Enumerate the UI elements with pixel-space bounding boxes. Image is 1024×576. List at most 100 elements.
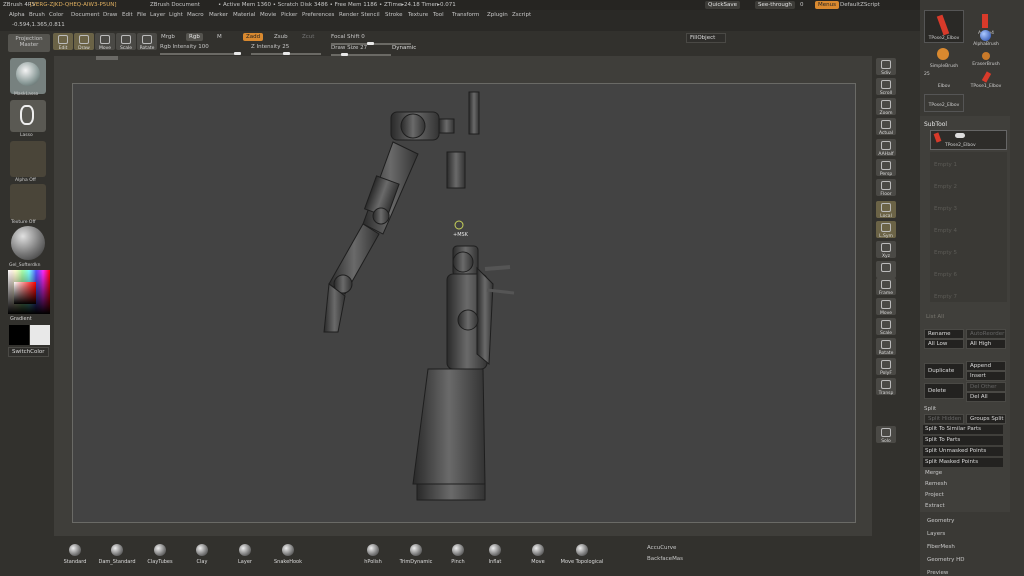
rgb-intensity-track[interactable] xyxy=(160,53,240,55)
view-button-polyf[interactable]: PolyF xyxy=(876,358,896,376)
subtool-header[interactable]: SubTool xyxy=(924,121,947,128)
fill-object-button[interactable]: FillObject xyxy=(686,33,726,43)
backface-mask-toggle[interactable]: BackfaceMas xyxy=(647,556,683,562)
brush-pinch[interactable]: Pinch xyxy=(438,544,478,572)
menu-light[interactable]: Light xyxy=(169,12,183,18)
tool-thumb-tpose2-b[interactable]: TPose2_Elbov xyxy=(924,94,964,112)
m-button[interactable]: M xyxy=(217,34,222,40)
main-color-swatch[interactable] xyxy=(30,325,50,345)
menu-file[interactable]: File xyxy=(137,12,146,18)
list-all-button[interactable]: List All xyxy=(926,314,944,320)
menu-transform[interactable]: Transform xyxy=(452,12,479,18)
quicksave-button[interactable]: QuickSave xyxy=(705,1,741,9)
view-button-floor[interactable]: Floor xyxy=(876,179,896,197)
subtool-slot-3[interactable]: Empty 3 xyxy=(934,206,957,212)
menu-color[interactable]: Color xyxy=(49,12,63,18)
view-button-transp[interactable]: Transp xyxy=(876,378,896,396)
gradient-toggle[interactable]: Gradient xyxy=(10,316,32,322)
rotate-mode-button[interactable]: Rotate xyxy=(137,33,157,51)
subtool-slot-5[interactable]: Empty 5 xyxy=(934,250,957,256)
robot-arm-model[interactable] xyxy=(73,84,857,524)
brush-layer[interactable]: Layer xyxy=(225,544,265,572)
view-button-actual[interactable]: Actual xyxy=(876,118,896,136)
tool-thumb-eraserbrush[interactable]: EraserBrush xyxy=(966,52,1006,70)
menu-render[interactable]: Render xyxy=(339,12,359,18)
subtool-active-item[interactable]: TPose2_Elbov xyxy=(930,130,1007,150)
autoreorder-button[interactable]: AutoReorder xyxy=(966,329,1006,339)
see-through-slider[interactable]: See-through xyxy=(755,1,795,9)
texture-thumbnail[interactable] xyxy=(10,184,46,220)
menu-preferences[interactable]: Preferences xyxy=(302,12,334,18)
all-low-button[interactable]: All Low xyxy=(924,339,964,349)
menu-material[interactable]: Material xyxy=(233,12,255,18)
draw-size-slider[interactable]: Draw Size 27 xyxy=(331,45,367,51)
brush-move[interactable]: Move xyxy=(518,544,558,572)
brush-hpolish[interactable]: hPolish xyxy=(353,544,393,572)
brush-dam-standard[interactable]: Dam_Standard xyxy=(97,544,137,572)
tool-thumb-alphabrush[interactable]: AlphaBrush xyxy=(966,30,1006,50)
delete-button[interactable]: Delete xyxy=(924,383,964,399)
edit-mode-button[interactable]: Edit xyxy=(53,33,73,51)
split-similar-button[interactable]: Split To Similar Parts xyxy=(923,425,1003,434)
accucurve-toggle[interactable]: AccuCurve xyxy=(647,545,676,551)
menu-edit[interactable]: Edit xyxy=(122,12,133,18)
brush-clay[interactable]: Clay xyxy=(182,544,222,572)
view-button-move[interactable]: Move xyxy=(876,298,896,316)
focal-shift-slider[interactable]: Focal Shift 0 xyxy=(331,34,365,40)
view-button-scroll[interactable]: Scroll xyxy=(876,78,896,96)
current-brush-thumbnail[interactable] xyxy=(10,58,46,94)
secondary-color-swatch[interactable] xyxy=(9,325,29,345)
subtool-slot-7[interactable]: Empty 7 xyxy=(934,294,957,300)
eye-icon[interactable] xyxy=(955,133,965,138)
default-zscript-button[interactable]: DefaultZScript xyxy=(840,2,880,8)
tool-thumb-elbov[interactable]: Elbov xyxy=(924,76,964,92)
extract-header[interactable]: Extract xyxy=(925,503,945,509)
menu-draw[interactable]: Draw xyxy=(103,12,117,18)
view-button-xyz[interactable]: Xyz xyxy=(876,241,896,259)
brush-standard[interactable]: Standard xyxy=(55,544,95,572)
brush-trimdynamic[interactable]: TrimDynamic xyxy=(396,544,436,572)
dynamic-toggle[interactable]: Dynamic xyxy=(392,45,416,51)
subtool-slot-1[interactable]: Empty 1 xyxy=(934,162,957,168)
switch-color-button[interactable]: SwitchColor xyxy=(8,347,49,357)
append-button[interactable]: Append xyxy=(966,361,1006,371)
view-button-solo[interactable]: Solo xyxy=(876,426,896,444)
draw-mode-button[interactable]: Draw xyxy=(74,33,94,51)
view-button-lsym[interactable]: L.Sym xyxy=(876,221,896,239)
menu-stroke[interactable]: Stroke xyxy=(385,12,403,18)
subtool-slot-6[interactable]: Empty 6 xyxy=(934,272,957,278)
remesh-header[interactable]: Remesh xyxy=(925,481,947,487)
menu-tool[interactable]: Tool xyxy=(433,12,444,18)
project-header[interactable]: Project xyxy=(925,492,944,498)
z-intensity-slider[interactable]: Z Intensity 25 xyxy=(251,44,289,50)
move-mode-button[interactable]: Move xyxy=(95,33,115,51)
material-sphere[interactable] xyxy=(11,226,45,260)
view-button-local[interactable]: Local xyxy=(876,201,896,219)
alpha-thumbnail[interactable] xyxy=(10,141,46,177)
brush-claytubes[interactable]: ClayTubes xyxy=(140,544,180,572)
menu-document[interactable]: Document xyxy=(71,12,100,18)
subtool-slot-2[interactable]: Empty 2 xyxy=(934,184,957,190)
view-button-frame[interactable]: Frame xyxy=(876,278,896,296)
viewport-scroll-handle[interactable] xyxy=(96,56,118,60)
geometry-section[interactable]: Geometry xyxy=(927,518,954,524)
split-masked-button[interactable]: Split Masked Points xyxy=(923,458,1003,467)
preview-section[interactable]: Preview xyxy=(927,570,948,576)
menu-movie[interactable]: Movie xyxy=(260,12,276,18)
menus-toggle[interactable]: Menus xyxy=(815,1,839,9)
insert-button[interactable]: Insert xyxy=(966,371,1006,381)
view-button-sdiv[interactable]: Sdiv xyxy=(876,58,896,76)
menu-picker[interactable]: Picker xyxy=(281,12,297,18)
del-other-button[interactable]: Del Other xyxy=(966,382,1006,392)
view-button-blank[interactable] xyxy=(876,261,896,278)
rgb-button[interactable]: Rgb xyxy=(186,33,203,41)
split-header[interactable]: Split xyxy=(924,406,936,412)
view-button-zoom[interactable]: Zoom xyxy=(876,98,896,116)
menu-alpha[interactable]: Alpha xyxy=(9,12,25,18)
document-canvas[interactable]: +MSK xyxy=(72,83,856,523)
brush-inflat[interactable]: Inflat xyxy=(475,544,515,572)
split-hidden-button[interactable]: Split Hidden xyxy=(924,414,964,424)
stroke-thumbnail[interactable] xyxy=(10,100,46,132)
mrgb-button[interactable]: Mrgb xyxy=(161,34,175,40)
groups-split-button[interactable]: Groups Split xyxy=(966,414,1006,424)
